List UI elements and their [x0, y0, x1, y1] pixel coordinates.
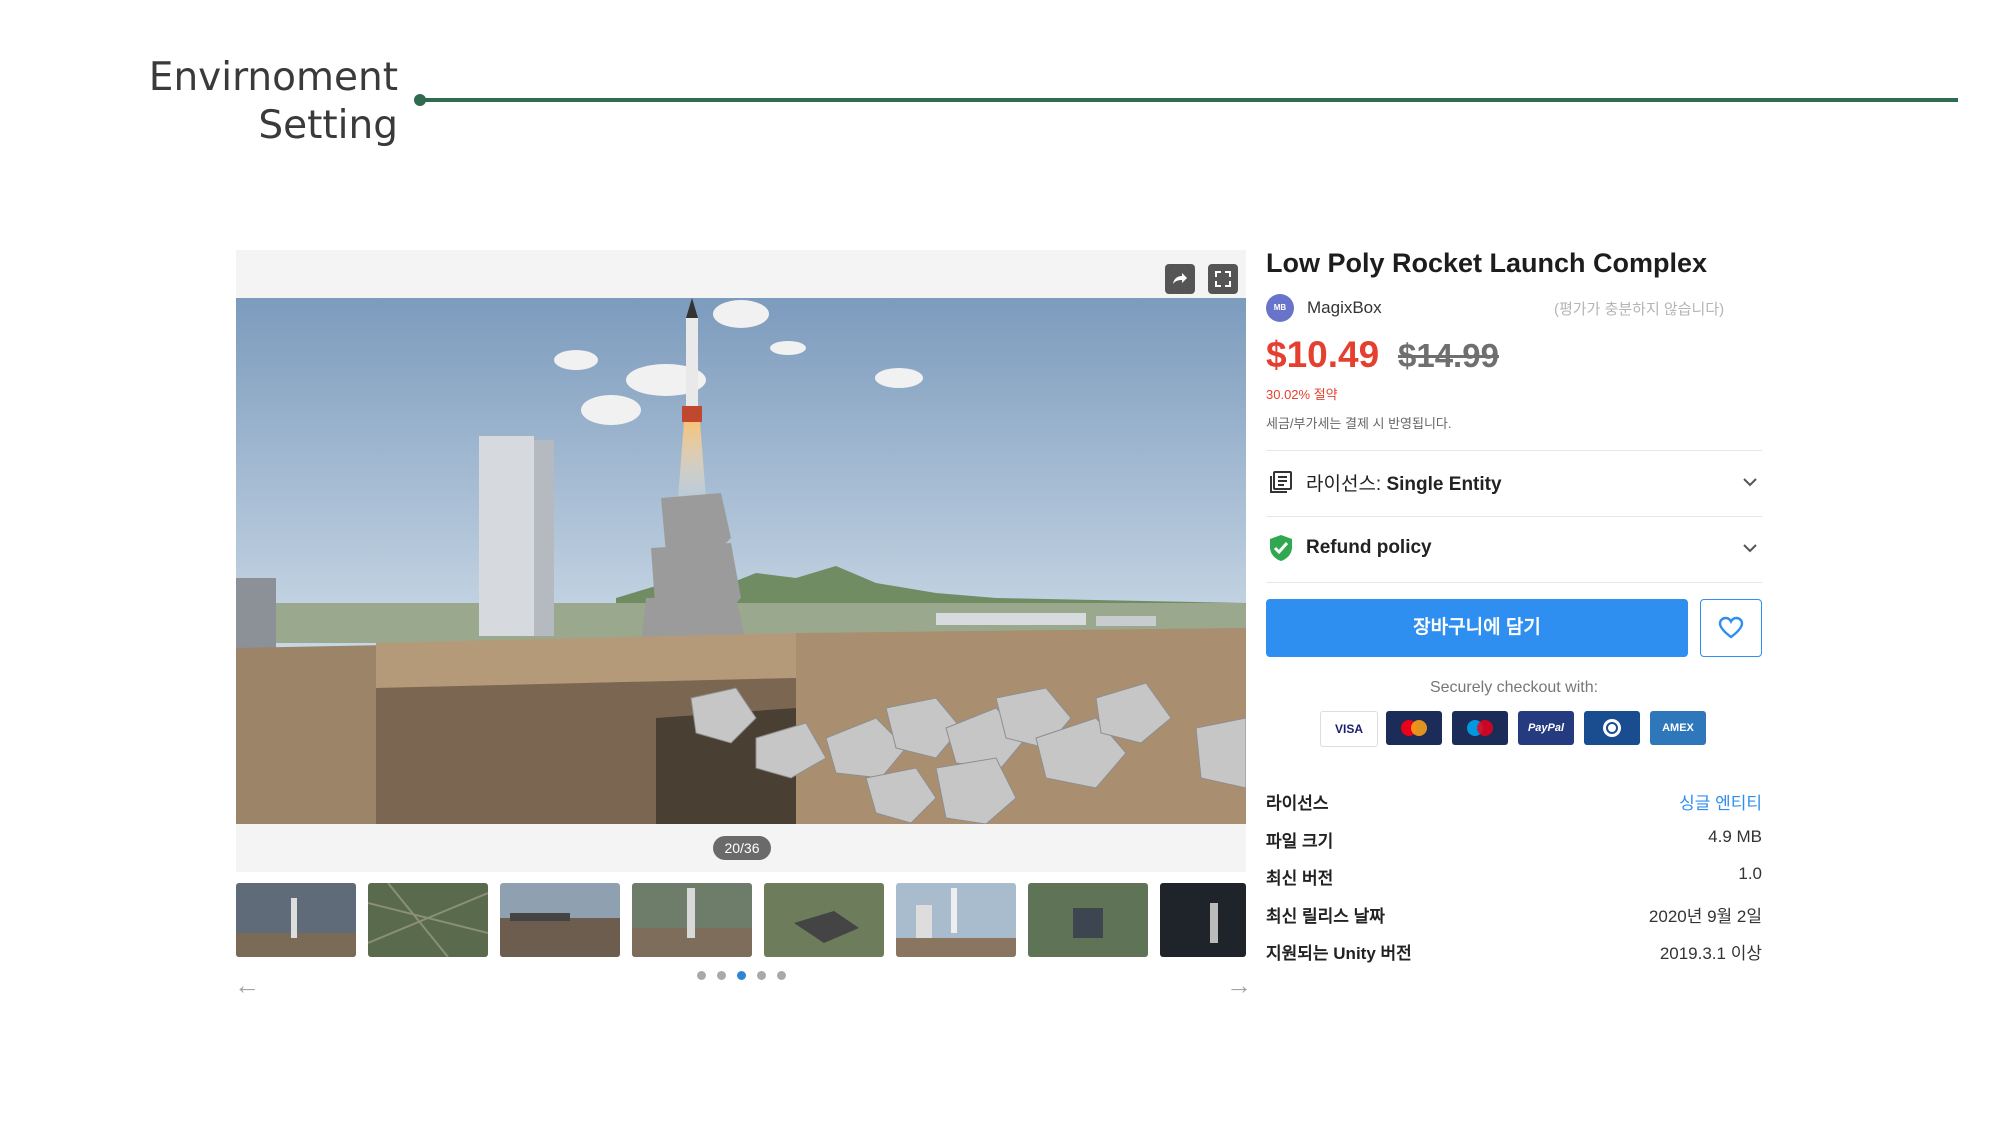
pagination-dot-4[interactable] [757, 971, 766, 980]
rating-note: (평가가 충분하지 않습니다) [1554, 301, 1725, 318]
heart-icon [1718, 616, 1744, 639]
refund-policy-label: Refund policy [1306, 537, 1432, 558]
fullscreen-icon[interactable] [1208, 264, 1238, 294]
image-counter-badge: 20/36 [713, 836, 771, 860]
divider [1266, 582, 1762, 583]
spec-row-file-size: 파일 크기 4.9 MB [1266, 827, 1762, 851]
spec-row-license: 라이선스 싱글 엔티티 [1266, 789, 1762, 815]
product-title: Low Poly Rocket Launch Complex [1266, 248, 1708, 278]
thumbnail-2[interactable] [368, 883, 488, 957]
chevron-down-icon[interactable] [1738, 536, 1762, 560]
pagination-dot-2[interactable] [717, 971, 726, 980]
spec-row-release-date: 최신 릴리스 날짜 2020년 9월 2일 [1266, 907, 1762, 926]
publisher-name-link[interactable]: MagixBox [1307, 298, 1382, 318]
divider [1266, 450, 1762, 451]
divider [1266, 516, 1762, 517]
diners-club-icon [1584, 711, 1640, 745]
thumbnail-7[interactable] [1028, 883, 1148, 957]
original-price: $14.99 [1398, 337, 1499, 374]
slide-title-line1: Envirnoment [148, 55, 398, 100]
tax-note: 세금/부가세는 결제 시 반영됩니다. [1266, 416, 1452, 431]
thumbnail-1[interactable] [236, 883, 356, 957]
thumbnail-3[interactable] [500, 883, 620, 957]
add-to-cart-button[interactable]: 장바구니에 담기 [1266, 599, 1688, 657]
header-divider-line [420, 98, 1958, 102]
wishlist-heart-button[interactable] [1700, 599, 1762, 657]
thumbnail-6[interactable] [896, 883, 1016, 957]
slide-title: Envirnoment Setting [80, 54, 398, 150]
thumbnail-8[interactable] [1160, 883, 1246, 957]
chevron-down-icon[interactable] [1738, 470, 1762, 494]
shield-check-icon [1266, 533, 1296, 563]
next-arrow-icon[interactable]: → [1226, 972, 1252, 998]
publisher-avatar[interactable]: MB [1266, 294, 1294, 322]
prev-arrow-icon[interactable]: ← [234, 972, 260, 998]
savings-text: 30.02% 절약 [1266, 387, 1338, 402]
license-prefix: 라이선스: [1306, 473, 1387, 495]
paypal-icon: PayPal [1518, 711, 1574, 745]
pagination-dot-3-active[interactable] [737, 971, 746, 980]
slide-title-line2: Setting [258, 103, 398, 148]
license-value-link[interactable]: 싱글 엔티티 [1679, 789, 1762, 814]
license-accordion[interactable]: 라이선스: Single Entity [1266, 462, 1762, 502]
refund-policy-accordion[interactable]: Refund policy [1266, 528, 1762, 568]
visa-icon: VISA [1320, 711, 1378, 747]
license-accordion-label: 라이선스: Single Entity [1306, 469, 1738, 496]
mastercard-icon [1386, 711, 1442, 745]
header-divider-dot [414, 94, 426, 106]
main-product-image[interactable] [236, 298, 1246, 824]
checkout-note: Securely checkout with: [1429, 679, 1599, 696]
pagination-dot-1[interactable] [697, 971, 706, 980]
spec-row-latest-version: 최신 버전 1.0 [1266, 864, 1762, 888]
thumbnail-4[interactable] [632, 883, 752, 957]
share-icon[interactable] [1165, 264, 1195, 294]
spec-row-unity-version: 지원되는 Unity 버전 2019.3.1 이상 [1266, 944, 1762, 963]
thumbnail-5[interactable] [764, 883, 884, 957]
pagination-dot-5[interactable] [777, 971, 786, 980]
license-value: Single Entity [1386, 473, 1502, 495]
license-document-icon [1266, 467, 1296, 497]
maestro-icon [1452, 711, 1508, 745]
current-price: $10.49 [1266, 334, 1380, 375]
amex-icon: AMEX [1650, 711, 1706, 745]
